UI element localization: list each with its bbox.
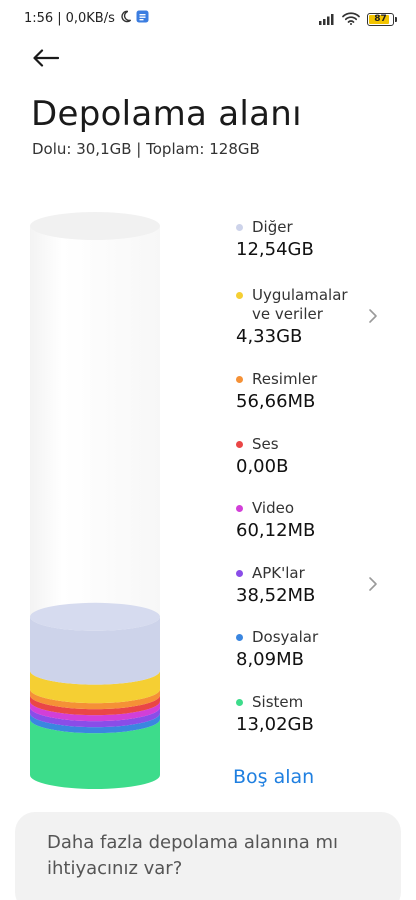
chevron-right-icon	[368, 308, 382, 326]
legend-value: 60,12MB	[236, 520, 316, 541]
video-dot-icon	[236, 505, 243, 512]
signal-icon	[319, 10, 335, 29]
promo-card[interactable]: Daha fazla depolama alanına mı ihtiyacın…	[15, 812, 401, 900]
legend-value: 8,09MB	[236, 649, 304, 670]
moon-icon	[119, 10, 132, 27]
legend-item-diger[interactable]: Diğer 12,54GB	[236, 218, 386, 260]
legend-label: APK'lar	[252, 564, 305, 582]
arrow-left-icon	[33, 49, 60, 71]
legend-item-uygulamalar[interactable]: Uygulamalar ve veriler 4,33GB	[236, 286, 386, 347]
ses-dot-icon	[236, 441, 243, 448]
legend-item-sistem[interactable]: Sistem 13,02GB	[236, 693, 386, 735]
sistem-dot-icon	[236, 699, 243, 706]
battery-icon: 87	[367, 13, 397, 26]
legend-value: 0,00B	[236, 456, 289, 477]
storage-summary: Dolu: 30,1GB | Toplam: 128GB	[32, 140, 260, 158]
promo-text: Daha fazla depolama alanına mı ihtiyacın…	[47, 832, 339, 879]
back-button[interactable]	[28, 44, 64, 76]
dosyalar-dot-icon	[236, 634, 243, 641]
battery-level: 87	[374, 14, 387, 24]
cylinder-used-cap	[30, 602, 160, 631]
legend-label: Resimler	[252, 370, 318, 388]
legend-label: Video	[252, 499, 295, 517]
wifi-icon	[342, 10, 360, 29]
status-bar: 1:56 | 0,0KB/s 87	[0, 0, 416, 36]
storage-cylinder-svg	[30, 212, 160, 789]
status-network-speed: 0,0KB/s	[65, 11, 115, 26]
cylinder-top-cap	[30, 212, 160, 240]
legend-value: 38,52MB	[236, 585, 316, 606]
legend-label: Dosyalar	[252, 628, 319, 646]
legend-item-video[interactable]: Video 60,12MB	[236, 499, 386, 541]
legend-value: 56,66MB	[236, 391, 316, 412]
legend-item-ses[interactable]: Ses 0,00B	[236, 435, 386, 477]
legend-label: Sistem	[252, 693, 304, 711]
legend-item-dosyalar[interactable]: Dosyalar 8,09MB	[236, 628, 386, 670]
diger-dot-icon	[236, 224, 243, 231]
legend-label: Uygulamalar ve veriler	[252, 286, 348, 323]
uygulamalar-dot-icon	[236, 292, 243, 299]
status-left: 1:56 | 0,0KB/s	[24, 10, 149, 27]
legend-value: 12,54GB	[236, 239, 314, 260]
apk-dot-icon	[236, 570, 243, 577]
notification-app-icon	[136, 10, 149, 27]
status-right: 87	[319, 10, 397, 29]
legend-label: Ses	[252, 435, 279, 453]
status-time: 1:56	[24, 11, 54, 26]
legend-label: Diğer	[252, 218, 293, 236]
legend-value: 4,33GB	[236, 326, 303, 347]
resimler-dot-icon	[236, 376, 243, 383]
storage-cylinder	[30, 210, 175, 790]
status-separator: |	[57, 11, 62, 26]
legend-item-resimler[interactable]: Resimler 56,66MB	[236, 370, 386, 412]
free-space-link[interactable]: Boş alan	[233, 766, 314, 788]
page-title: Depolama alanı	[31, 94, 302, 134]
chevron-right-icon	[368, 576, 382, 594]
legend-value: 13,02GB	[236, 714, 314, 735]
legend-item-apk[interactable]: APK'lar 38,52MB	[236, 564, 386, 606]
